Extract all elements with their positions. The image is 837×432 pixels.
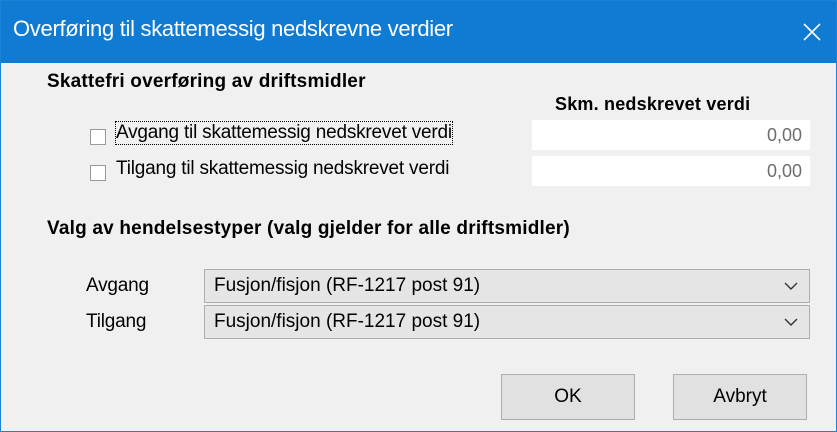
column-header-value: Skm. nedskrevet verdi [555, 94, 751, 114]
title-bar[interactable]: Overføring til skattemessig nedskrevne v… [1, 1, 836, 63]
tilgang-label: Tilgang [86, 311, 147, 332]
tilgang-checkbox-label[interactable]: Tilgang til skattemessig nedskrevet verd… [116, 158, 449, 180]
chevron-down-icon [784, 318, 798, 326]
window-title: Overføring til skattemessig nedskrevne v… [13, 16, 453, 41]
avgang-checkbox[interactable] [90, 129, 106, 145]
tilgang-value-field[interactable]: 0,00 [532, 156, 810, 186]
avgang-value-field[interactable]: 0,00 [532, 120, 810, 150]
avgang-label: Avgang [86, 275, 149, 296]
section-heading-event-types: Valg av hendelsestyper (valg gjelder for… [47, 218, 570, 239]
ok-button[interactable]: OK [501, 374, 635, 420]
avgang-dropdown[interactable]: Fusjon/fisjon (RF-1217 post 91) [204, 269, 810, 303]
tilgang-dropdown-value: Fusjon/fisjon (RF-1217 post 91) [214, 311, 481, 332]
close-button[interactable] [791, 11, 833, 53]
avgang-dropdown-value: Fusjon/fisjon (RF-1217 post 91) [214, 275, 481, 296]
avgang-checkbox-label[interactable]: Avgang til skattemessig nedskrevet verdi [115, 121, 453, 145]
dialog-window: Overføring til skattemessig nedskrevne v… [0, 0, 837, 432]
tilgang-checkbox[interactable] [90, 165, 106, 181]
cancel-button[interactable]: Avbryt [673, 374, 807, 420]
section-heading-transfer: Skattefri overføring av driftsmidler [47, 71, 366, 92]
dialog-content: Skattefri overføring av driftsmidler Skm… [1, 63, 836, 431]
tilgang-dropdown[interactable]: Fusjon/fisjon (RF-1217 post 91) [204, 305, 810, 339]
chevron-down-icon [784, 282, 798, 290]
close-icon [803, 23, 821, 41]
